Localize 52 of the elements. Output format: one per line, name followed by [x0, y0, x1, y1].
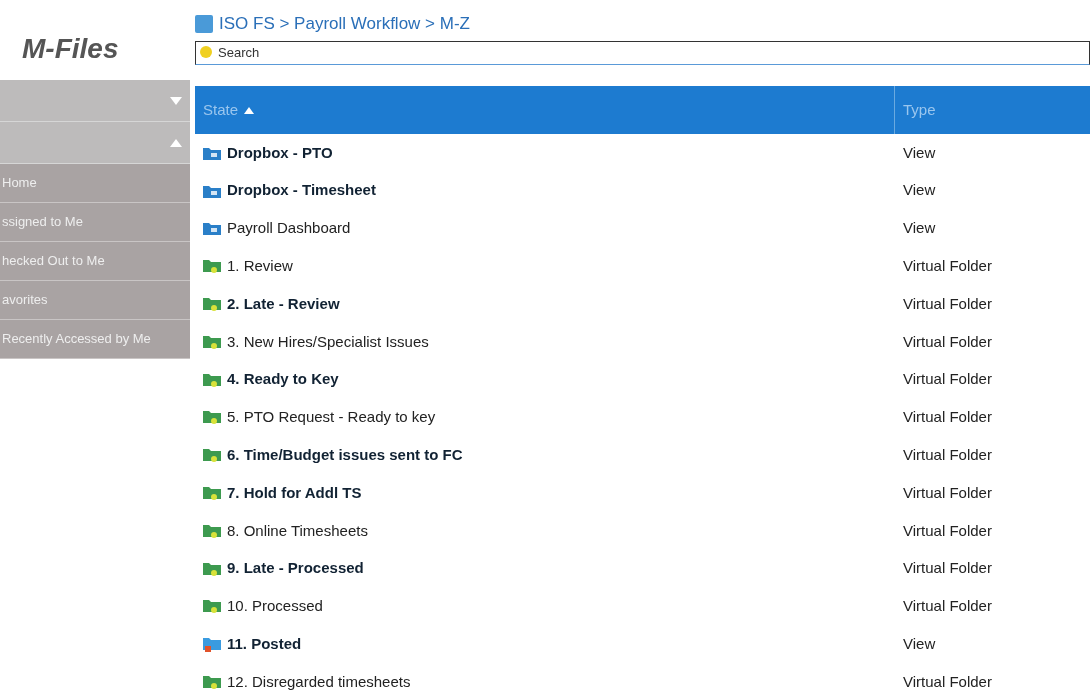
type-cell-text: Virtual Folder	[902, 520, 993, 541]
type-cell-text: View	[902, 634, 937, 654]
folder-name[interactable]: 4. Ready to Key	[227, 368, 339, 391]
view-folder-icon	[203, 183, 221, 198]
folder-name[interactable]: 8. Online Timesheets	[227, 519, 368, 543]
folder-name[interactable]: Dropbox - PTO	[227, 141, 333, 165]
virtual-folder-icon	[203, 674, 221, 691]
folder-name[interactable]: 7. Hold for Addl TS	[227, 481, 362, 505]
m-files-logo: M-Files	[21, 32, 120, 66]
virtual-folder-icon	[203, 447, 221, 464]
type-cell-text: Virtual Folder	[902, 482, 993, 503]
type-cell-text: Virtual Folder	[902, 558, 993, 579]
folder-name[interactable]: 9. Late - Processed	[227, 557, 364, 580]
type-cell-text: Virtual Folder	[902, 256, 993, 277]
type-cell-text: View	[902, 142, 937, 163]
view-folder-icon	[203, 221, 221, 236]
folder-name[interactable]: Dropbox - Timesheet	[227, 179, 376, 202]
sidebar-section-header[interactable]	[0, 80, 190, 122]
type-cell-text: Virtual Folder	[902, 331, 993, 352]
folder-icon	[203, 636, 221, 653]
sidebar-section-header[interactable]	[0, 122, 190, 164]
type-cell-text: Virtual Folder	[902, 671, 993, 692]
folder-name[interactable]: Payroll Dashboard	[227, 217, 351, 240]
virtual-folder-icon	[203, 258, 221, 275]
type-cell-text: Virtual Folder	[902, 293, 993, 314]
virtual-folder-icon	[203, 560, 221, 577]
search-icon	[200, 46, 212, 58]
type-cell-text: Virtual Folder	[902, 596, 993, 617]
virtual-folder-icon	[203, 371, 221, 388]
virtual-folder-icon	[203, 598, 221, 615]
folder-name[interactable]: 5. PTO Request - Ready to key	[227, 406, 436, 429]
virtual-folder-icon	[203, 485, 221, 502]
type-cell-text: View	[902, 218, 937, 239]
view-folder-icon	[203, 145, 221, 160]
folder-name[interactable]: 2. Late - Review	[227, 292, 340, 316]
breadcrumb[interactable]: ISO FS > Payroll Workflow > M-Z	[219, 11, 470, 37]
virtual-folder-icon	[203, 333, 221, 350]
folder-name[interactable]: 12. Disregarded timesheets	[227, 670, 411, 694]
vault-icon	[195, 15, 213, 33]
virtual-folder-icon	[203, 296, 221, 313]
type-cell-text: Virtual Folder	[902, 445, 993, 465]
folder-name[interactable]: 1. Review	[227, 255, 293, 278]
virtual-folder-icon	[203, 522, 221, 539]
virtual-folder-icon	[203, 409, 221, 426]
folder-name[interactable]: 3. New Hires/Specialist Issues	[227, 330, 429, 354]
folder-name[interactable]: 6. Time/Budget issues sent to FC	[227, 444, 463, 467]
type-cell-text: Virtual Folder	[902, 407, 993, 428]
type-cell-text: Virtual Folder	[902, 369, 993, 390]
folder-name[interactable]: 10. Processed	[227, 595, 323, 618]
folder-name[interactable]: 11. Posted	[227, 633, 302, 656]
search-field[interactable]: Search	[195, 40, 1090, 65]
type-cell-text: View	[902, 180, 937, 201]
